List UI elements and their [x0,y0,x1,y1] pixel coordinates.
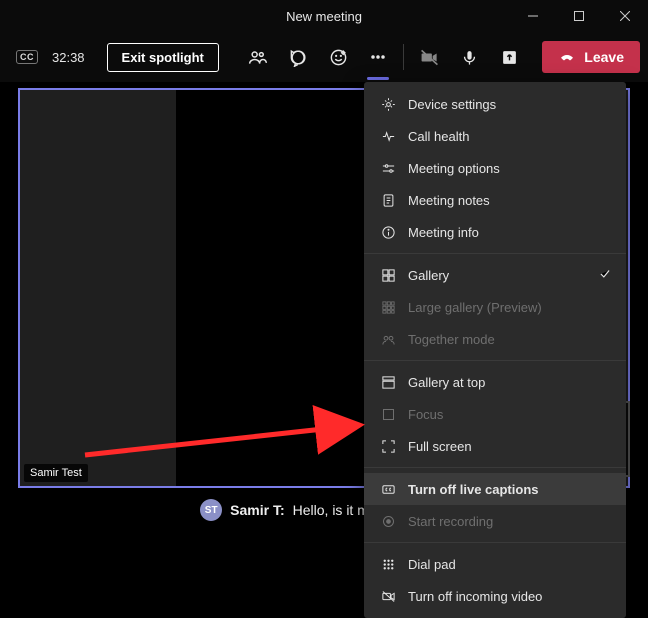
more-actions-button[interactable] [359,40,397,74]
menu-meeting-notes[interactable]: Meeting notes [364,184,626,216]
menu-large-gallery: Large gallery (Preview) [364,291,626,323]
minimize-button[interactable] [510,0,556,32]
reactions-icon[interactable] [319,40,357,74]
meeting-toolbar: CC 32:38 Exit spotlight Leave [0,32,648,82]
captions-indicator-icon[interactable]: CC [16,50,38,64]
gear-icon [380,96,396,112]
close-button[interactable] [602,0,648,32]
menu-call-health[interactable]: Call health [364,120,626,152]
chat-icon[interactable] [279,40,317,74]
check-icon [598,267,612,284]
exit-spotlight-button[interactable]: Exit spotlight [107,43,219,72]
maximize-button[interactable] [556,0,602,32]
mic-icon[interactable] [450,40,488,74]
caption-avatar: ST [200,499,222,521]
large-gallery-icon [380,299,396,315]
hangup-icon [558,48,576,66]
window-controls [510,0,648,32]
menu-turn-off-captions[interactable]: Turn off live captions [364,473,626,505]
camera-off-icon[interactable] [410,40,448,74]
notes-icon [380,192,396,208]
leave-button[interactable]: Leave [542,41,640,73]
incoming-video-off-icon [380,588,396,604]
menu-gallery[interactable]: Gallery [364,259,626,291]
people-icon[interactable] [239,40,277,74]
pulse-icon [380,128,396,144]
menu-dial-pad[interactable]: Dial pad [364,548,626,580]
menu-focus: Focus [364,398,626,430]
together-icon [380,331,396,347]
record-icon [380,513,396,529]
menu-meeting-info[interactable]: Meeting info [364,216,626,248]
leave-label: Leave [584,49,624,65]
dialpad-icon [380,556,396,572]
menu-device-settings[interactable]: Device settings [364,88,626,120]
captions-icon [380,481,396,497]
caption-speaker-name: Samir T: [230,502,284,518]
info-icon [380,224,396,240]
gallery-icon [380,267,396,283]
titlebar: New meeting [0,0,648,32]
menu-together-mode: Together mode [364,323,626,355]
window-title: New meeting [286,9,362,24]
menu-start-recording: Start recording [364,505,626,537]
fullscreen-icon [380,438,396,454]
participant-name-tag: Samir Test [24,464,88,482]
call-timer: 32:38 [52,50,85,65]
share-icon[interactable] [490,40,528,74]
menu-meeting-options[interactable]: Meeting options [364,152,626,184]
menu-gallery-at-top[interactable]: Gallery at top [364,366,626,398]
sliders-icon [380,160,396,176]
more-actions-menu: Device settings Call health Meeting opti… [364,82,626,618]
menu-full-screen[interactable]: Full screen [364,430,626,462]
menu-turn-off-incoming-video[interactable]: Turn off incoming video [364,580,626,612]
gallery-top-icon [380,374,396,390]
focus-icon [380,406,396,422]
